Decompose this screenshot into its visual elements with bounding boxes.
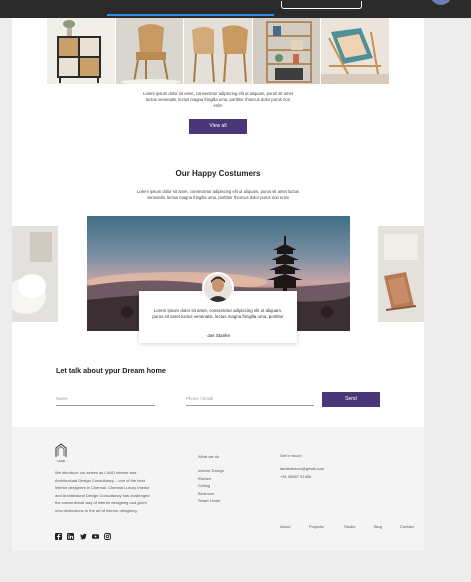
footer-nav-blog[interactable]: Blog [374, 524, 382, 529]
instagram-icon[interactable] [104, 533, 111, 540]
product-image-chair[interactable] [115, 18, 184, 84]
product-image-shelf[interactable] [252, 18, 321, 84]
product-image-lounge-chair[interactable] [321, 18, 389, 84]
topbar-button[interactable] [281, 1, 362, 9]
footer-nav-studio[interactable]: Studio [344, 524, 355, 529]
phone-link[interactable]: +91 98867 91456 [280, 473, 324, 481]
footer-nav-about[interactable]: About [280, 524, 290, 529]
carousel-prev-image[interactable] [12, 226, 58, 322]
phone-email-input[interactable]: Phone / Email [186, 394, 314, 406]
what-we-do-list: Interior Design Kitchen Ceiling Bedroom … [198, 467, 224, 505]
testimonials-subtitle: Lorem ipsum dolor sit amet, consectetur … [137, 189, 299, 200]
carousel-next-image[interactable] [378, 226, 424, 322]
top-bar [0, 0, 471, 18]
service-link[interactable]: Bedroom [198, 490, 224, 498]
contact-title: Let talk about ypur Dream home [56, 366, 166, 375]
user-avatar[interactable] [430, 0, 452, 5]
facebook-icon[interactable] [55, 533, 62, 540]
footer-nav-contact[interactable]: Contact [400, 524, 414, 529]
what-we-do-title: What we do [198, 454, 220, 459]
service-link[interactable]: Kitchen [198, 475, 224, 483]
testimonials-title: Our Happy Costumers [175, 169, 261, 178]
twitter-icon[interactable] [80, 533, 87, 540]
name-input[interactable]: Name [56, 394, 155, 406]
product-image-cabinet[interactable] [47, 18, 115, 84]
contact-info: landinteriors@gmail.com +91 98867 91456 [280, 465, 324, 480]
footer-nav-projects[interactable]: Projects [309, 524, 323, 529]
tab-underline [107, 14, 274, 16]
service-link[interactable]: Ceiling [198, 482, 224, 490]
service-link[interactable]: Interior Design [198, 467, 224, 475]
send-button[interactable]: Send [322, 392, 380, 407]
linkedin-icon[interactable] [67, 533, 74, 540]
youtube-icon[interactable] [92, 533, 99, 540]
intro-text: Lorem ipsum dolor sit amet, consectetur … [143, 91, 293, 108]
customer-avatar [202, 272, 234, 304]
page-content: Lorem ipsum dolor sit amet, consectetur … [12, 18, 424, 551]
land-logo[interactable]: LAND [55, 443, 67, 463]
service-link[interactable]: Smart Home [198, 497, 224, 505]
footer: LAND We introduce our selves as LAND Int… [12, 427, 424, 551]
product-gallery [47, 18, 389, 84]
product-image-chairs[interactable] [184, 18, 252, 84]
testimonial-author: -Jas Stanke [205, 333, 231, 338]
testimonial-quote: Lorem ipsum dolor sit amet, consectetur … [152, 308, 284, 319]
view-all-button[interactable]: View all [189, 119, 247, 134]
get-in-touch-title: Get in touch [280, 453, 302, 458]
email-link[interactable]: landinteriors@gmail.com [280, 465, 324, 473]
logo-text: LAND [57, 459, 66, 463]
footer-about-text: We introduce our selves as LAND Interior… [55, 470, 150, 513]
